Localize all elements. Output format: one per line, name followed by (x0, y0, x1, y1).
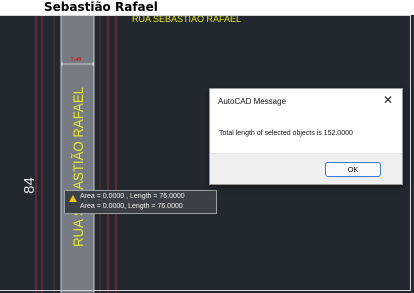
top-street-text: RUA SEBASTIÃO RAFAEL (132, 15, 241, 24)
ok-button[interactable]: OK (325, 162, 381, 177)
page-title: Sebastião Rafael (44, 0, 158, 14)
dialog-titlebar: AutoCAD Message ✕ (210, 89, 402, 115)
dimension-label: 7,40 (71, 57, 82, 63)
lot-number-label: 84 (20, 177, 38, 194)
close-icon[interactable]: ✕ (381, 93, 395, 107)
tooltip-line: Area = 0.0000 , Length = 76.0000 (80, 193, 185, 200)
street-label: RUA SEBASTIÃO RAFAEL (70, 87, 86, 247)
dialog-title: AutoCAD Message (218, 97, 287, 106)
warning-icon (69, 195, 77, 202)
autocad-message-dialog: AutoCAD Message ✕ Total length of select… (209, 88, 403, 185)
dialog-footer: OK (210, 153, 402, 184)
dialog-message: Total length of selected objects is 152.… (219, 130, 353, 137)
tooltip-line: Area = 0.0000, Length = 76.0000 (80, 203, 183, 210)
measurement-tooltip: Area = 0.0000 , Length = 76.0000 Area = … (64, 190, 217, 214)
